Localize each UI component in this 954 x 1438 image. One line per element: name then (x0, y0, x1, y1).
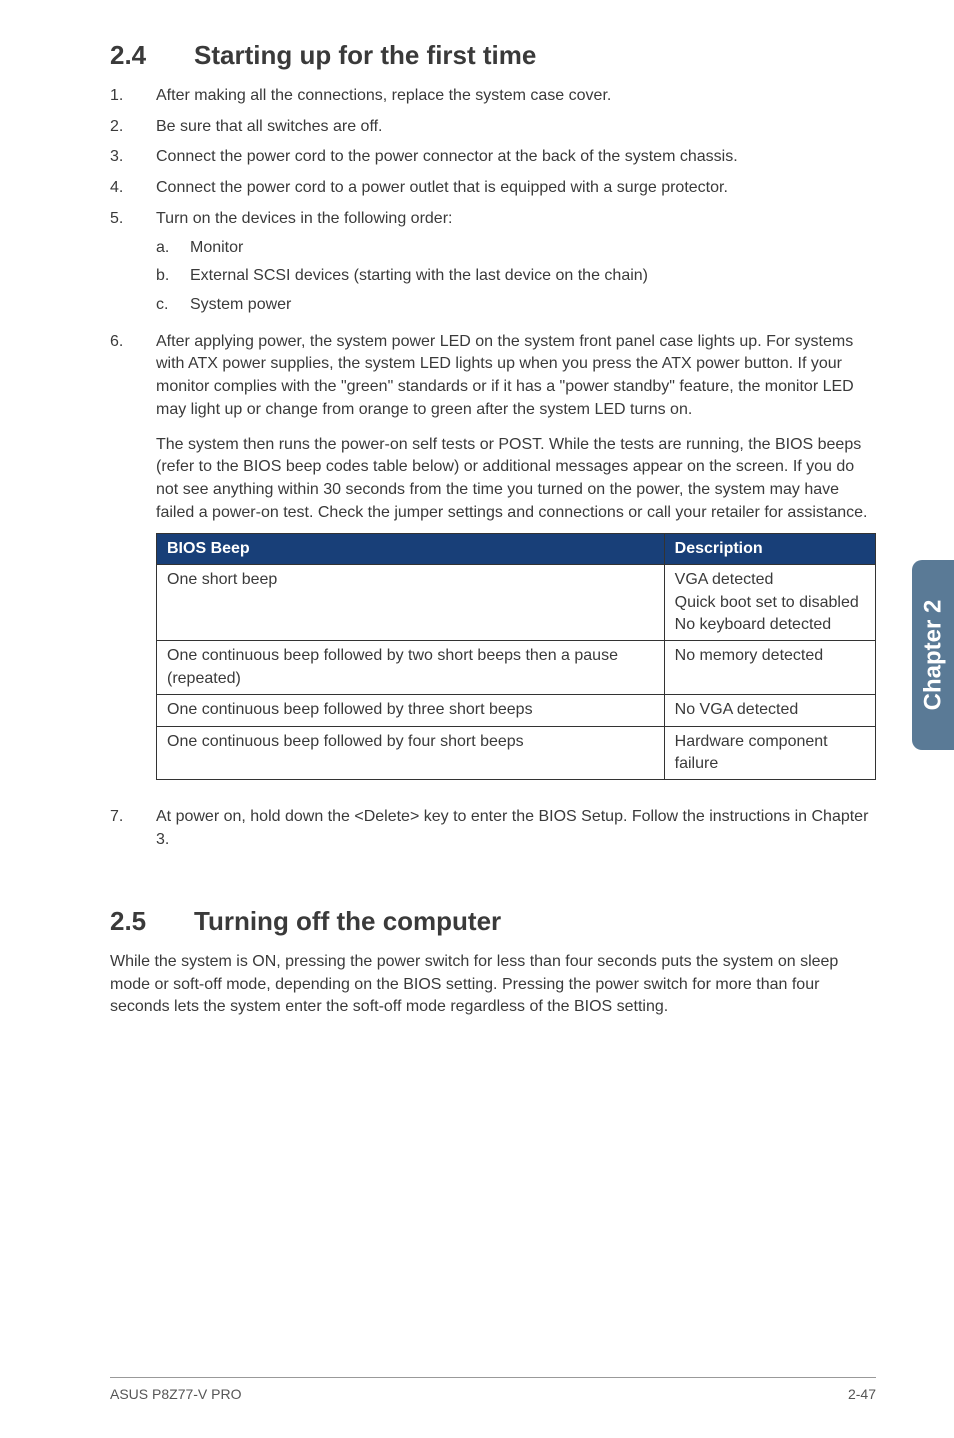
step-text: Connect the power cord to the power conn… (156, 146, 876, 169)
step-body: After applying power, the system power L… (156, 331, 876, 799)
page-content: 2.4Starting up for the first time 1. Aft… (0, 0, 954, 1019)
table-cell: Hardware component failure (664, 726, 875, 780)
step-marker: 2. (110, 116, 156, 139)
table-cell: No memory detected (664, 641, 875, 695)
substep-item: a.Monitor (156, 237, 876, 260)
substep-marker: c. (156, 294, 190, 317)
table-cell: One short beep (157, 565, 665, 641)
substep-text: Monitor (190, 237, 243, 260)
table-cell: One continuous beep followed by three sh… (157, 695, 665, 726)
section-number: 2.5 (110, 906, 194, 937)
table-cell: VGA detected Quick boot set to disabled … (664, 565, 875, 641)
section-title-text: Turning off the computer (194, 906, 501, 936)
step-paragraph: The system then runs the power-on self t… (156, 434, 876, 525)
section-body: While the system is ON, pressing the pow… (110, 951, 876, 1019)
step-text: After applying power, the system power L… (156, 333, 854, 418)
footer-right: 2-47 (848, 1386, 876, 1402)
step-text: At power on, hold down the <Delete> key … (156, 806, 876, 851)
substep-marker: b. (156, 265, 190, 288)
substep-marker: a. (156, 237, 190, 260)
steps-list: 1. After making all the connections, rep… (110, 85, 876, 852)
step-text: After making all the connections, replac… (156, 85, 876, 108)
table-cell: One continuous beep followed by four sho… (157, 726, 665, 780)
step-item: 3. Connect the power cord to the power c… (110, 146, 876, 169)
footer-left: ASUS P8Z77-V PRO (110, 1386, 242, 1402)
page-footer: ASUS P8Z77-V PRO 2-47 (110, 1377, 876, 1402)
table-cell: No VGA detected (664, 695, 875, 726)
table-cell: One continuous beep followed by two shor… (157, 641, 665, 695)
section-title-text: Starting up for the first time (194, 40, 536, 70)
heading-2-5: 2.5Turning off the computer (110, 906, 876, 937)
step-body: Turn on the devices in the following ord… (156, 208, 876, 323)
substep-item: c.System power (156, 294, 876, 317)
step-item: 7. At power on, hold down the <Delete> k… (110, 806, 876, 851)
step-text: Be sure that all switches are off. (156, 116, 876, 139)
step-marker: 5. (110, 208, 156, 323)
step-text: Connect the power cord to a power outlet… (156, 177, 876, 200)
table-row: One short beep VGA detected Quick boot s… (157, 565, 876, 641)
step-marker: 6. (110, 331, 156, 799)
step-item: 2. Be sure that all switches are off. (110, 116, 876, 139)
step-item: 5. Turn on the devices in the following … (110, 208, 876, 323)
step-marker: 3. (110, 146, 156, 169)
section-2-5: 2.5Turning off the computer While the sy… (110, 906, 876, 1019)
step-item: 6. After applying power, the system powe… (110, 331, 876, 799)
substep-text: System power (190, 294, 291, 317)
step-marker: 1. (110, 85, 156, 108)
step-item: 1. After making all the connections, rep… (110, 85, 876, 108)
substep-text: External SCSI devices (starting with the… (190, 265, 648, 288)
substep-item: b.External SCSI devices (starting with t… (156, 265, 876, 288)
table-row: One continuous beep followed by three sh… (157, 695, 876, 726)
step-marker: 4. (110, 177, 156, 200)
table-header-beep: BIOS Beep (157, 533, 665, 565)
bios-beep-table: BIOS Beep Description One short beep VGA… (156, 533, 876, 781)
table-row: One continuous beep followed by two shor… (157, 641, 876, 695)
step-text: Turn on the devices in the following ord… (156, 210, 452, 227)
heading-2-4: 2.4Starting up for the first time (110, 40, 876, 71)
section-number: 2.4 (110, 40, 194, 71)
step-marker: 7. (110, 806, 156, 851)
step-item: 4. Connect the power cord to a power out… (110, 177, 876, 200)
table-row: One continuous beep followed by four sho… (157, 726, 876, 780)
substeps-list: a.Monitor b.External SCSI devices (start… (156, 237, 876, 317)
table-header-desc: Description (664, 533, 875, 565)
